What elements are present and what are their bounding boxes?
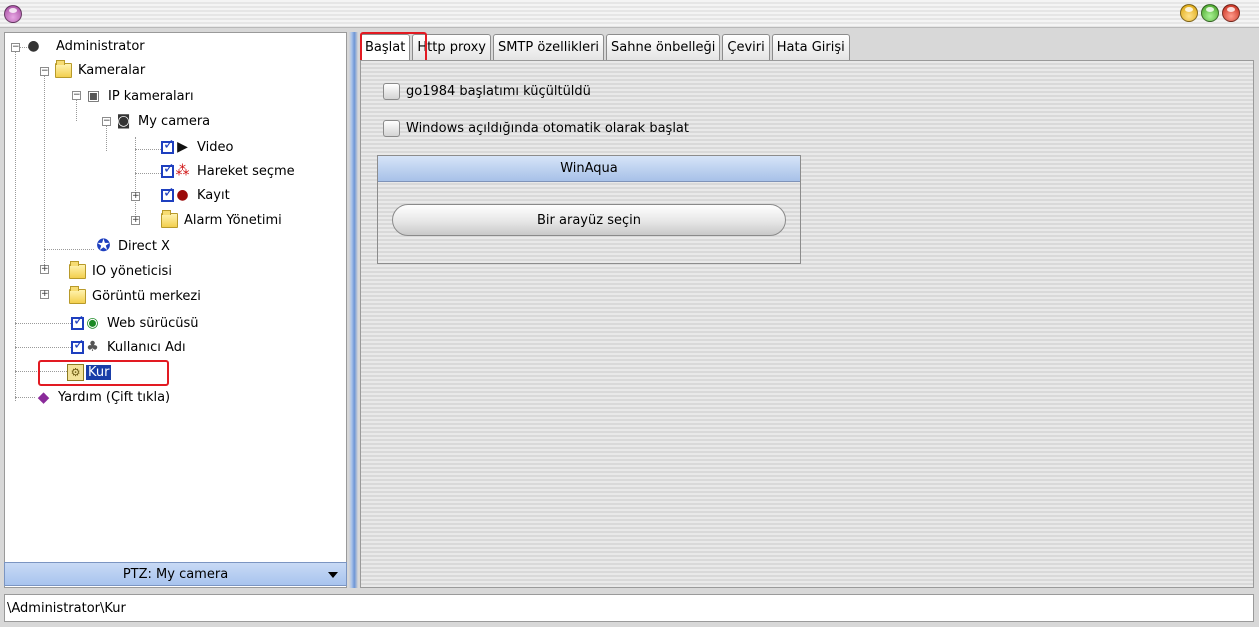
option-autostart[interactable]: Windows açıldığında otomatik olarak başl… <box>383 120 689 137</box>
tree-item-label: My camera <box>138 113 211 129</box>
tree-item-label: IO yöneticisi <box>92 263 172 279</box>
status-bar: \Administrator\Kur <box>4 594 1254 622</box>
tab-bar: Başlat Http proxy SMTP özellikleri Sahne… <box>360 34 852 60</box>
tree-item-help[interactable]: ◆ Yardım (Çift tıkla) <box>35 386 172 408</box>
tree-item-label: Görüntü merkezi <box>92 288 201 304</box>
tree-item-label: Kayıt <box>197 187 230 203</box>
folder-icon <box>69 285 86 304</box>
title-bar <box>0 0 1259 28</box>
option-label: go1984 başlatımı küçültüldü <box>406 84 591 99</box>
tree-item-label: Hareket seçme <box>197 163 295 179</box>
admin-icon: ● <box>27 37 40 54</box>
navigation-tree[interactable]: − − − − + + + + ● Administrator Kamerala… <box>4 32 347 588</box>
camera-icon: ◙ <box>116 112 131 129</box>
app-window: − − − − + + + + ● Administrator Kamerala… <box>0 0 1259 627</box>
tree-item-label: IP kameraları <box>108 88 194 104</box>
chevron-down-icon <box>328 572 338 578</box>
recording-checkbox[interactable] <box>161 185 175 202</box>
tree-item-label: Video <box>197 139 234 155</box>
tree-item-label: Kameralar <box>78 62 146 78</box>
autostart-checkbox[interactable] <box>383 120 400 137</box>
users-checkbox[interactable] <box>71 337 85 354</box>
tree-item-users[interactable]: ♣ Kullanıcı Adı <box>71 336 188 358</box>
tree-item-directx[interactable]: ✪ Direct X <box>95 235 172 257</box>
ptz-label: PTZ: My camera <box>122 566 229 582</box>
network-camera-icon: ▣ <box>86 87 101 104</box>
collapse-toggle[interactable]: − <box>11 43 20 52</box>
tree-item-label: Direct X <box>118 238 170 254</box>
tree-item-kameralar[interactable]: Kameralar <box>55 59 147 81</box>
tree-item-image-center[interactable]: Görüntü merkezi <box>69 285 203 307</box>
close-button[interactable] <box>1222 4 1240 22</box>
tree-item-alarm-management[interactable]: Alarm Yönetimi <box>161 209 284 231</box>
choose-interface-button[interactable]: Bir arayüz seçin <box>392 204 786 236</box>
setup-icon: ⚙ <box>67 363 84 381</box>
startup-tab-content: go1984 başlatımı küçültüldü Windows açıl… <box>360 60 1254 588</box>
tree-item-my-camera[interactable]: ◙ My camera <box>115 110 212 132</box>
tree-item-io-manager[interactable]: IO yöneticisi <box>69 260 174 282</box>
tree-item-label: Kur <box>86 364 112 380</box>
expand-toggle[interactable]: + <box>131 192 140 201</box>
tree-item-ip-cameras[interactable]: ▣ IP kameraları <box>85 85 196 107</box>
motion-icon: ⁂ <box>175 162 190 179</box>
web-server-checkbox[interactable] <box>71 313 85 330</box>
tab-translation[interactable]: Çeviri <box>722 34 770 60</box>
tab-label: Başlat <box>365 40 406 55</box>
tree-item-label: Alarm Yönetimi <box>184 212 282 228</box>
settings-panel: Başlat Http proxy SMTP özellikleri Sahne… <box>360 32 1254 588</box>
tree-item-recording[interactable]: ● Kayıt <box>161 184 232 206</box>
ptz-camera-selector[interactable]: PTZ: My camera <box>4 562 347 586</box>
tree-item-web-server[interactable]: ◉ Web sürücüsü <box>71 312 200 334</box>
start-minimized-checkbox[interactable] <box>383 83 400 100</box>
tree-item-label: Yardım (Çift tıkla) <box>58 389 171 405</box>
expand-toggle[interactable]: + <box>40 290 49 299</box>
tab-scene-cache[interactable]: Sahne önbelleği <box>606 34 721 60</box>
minimize-button[interactable] <box>1180 4 1198 22</box>
tab-label: Çeviri <box>727 40 765 55</box>
tree-item-administrator[interactable]: ● Administrator <box>25 35 147 57</box>
tab-label: Hata Girişi <box>776 40 845 55</box>
tree-item-label: Web sürücüsü <box>107 315 199 331</box>
tab-label: Sahne önbelleği <box>611 40 716 55</box>
tab-label: Http proxy <box>417 40 486 55</box>
button-label: Bir arayüz seçin <box>537 212 641 228</box>
video-checkbox[interactable] <box>161 137 175 154</box>
tab-startup[interactable]: Başlat <box>360 34 411 60</box>
group-title: WinAqua <box>378 156 800 182</box>
open-folder-icon <box>55 59 72 78</box>
folder-icon <box>161 209 178 228</box>
tab-error-log[interactable]: Hata Girişi <box>771 34 850 60</box>
option-label: Windows açıldığında otomatik olarak başl… <box>406 121 689 136</box>
tab-http-proxy[interactable]: Http proxy <box>412 34 491 60</box>
expand-toggle[interactable]: + <box>40 265 49 274</box>
tree-item-label: Administrator <box>56 38 145 54</box>
panel-splitter[interactable] <box>349 32 358 588</box>
window-menu-orb-icon[interactable] <box>4 5 22 23</box>
motion-checkbox[interactable] <box>161 161 175 178</box>
expand-toggle[interactable]: + <box>131 216 140 225</box>
collapse-toggle[interactable]: − <box>40 67 49 76</box>
status-path: \Administrator\Kur <box>7 600 126 616</box>
tree-item-label: Kullanıcı Adı <box>107 339 186 355</box>
record-icon: ● <box>176 186 189 203</box>
collapse-toggle[interactable]: − <box>102 117 111 126</box>
tree-item-motion-detection[interactable]: ⁂ Hareket seçme <box>161 160 297 182</box>
tab-smtp[interactable]: SMTP özellikleri <box>492 34 605 60</box>
collapse-toggle[interactable]: − <box>72 91 81 100</box>
tab-label: SMTP özellikleri <box>497 40 600 55</box>
maximize-button[interactable] <box>1201 4 1219 22</box>
play-icon: ▶ <box>177 138 188 155</box>
winaqua-group: WinAqua Bir arayüz seçin <box>377 155 801 264</box>
folder-icon <box>69 260 86 279</box>
users-icon: ♣ <box>86 338 99 355</box>
help-book-icon: ◆ <box>37 387 50 406</box>
globe-icon: ◉ <box>86 314 99 331</box>
tree-item-setup[interactable]: ⚙ Kur <box>67 361 112 383</box>
directx-icon: ✪ <box>96 235 111 256</box>
tree-item-video[interactable]: ▶ Video <box>161 136 235 158</box>
option-start-minimized[interactable]: go1984 başlatımı küçültüldü <box>383 83 591 100</box>
